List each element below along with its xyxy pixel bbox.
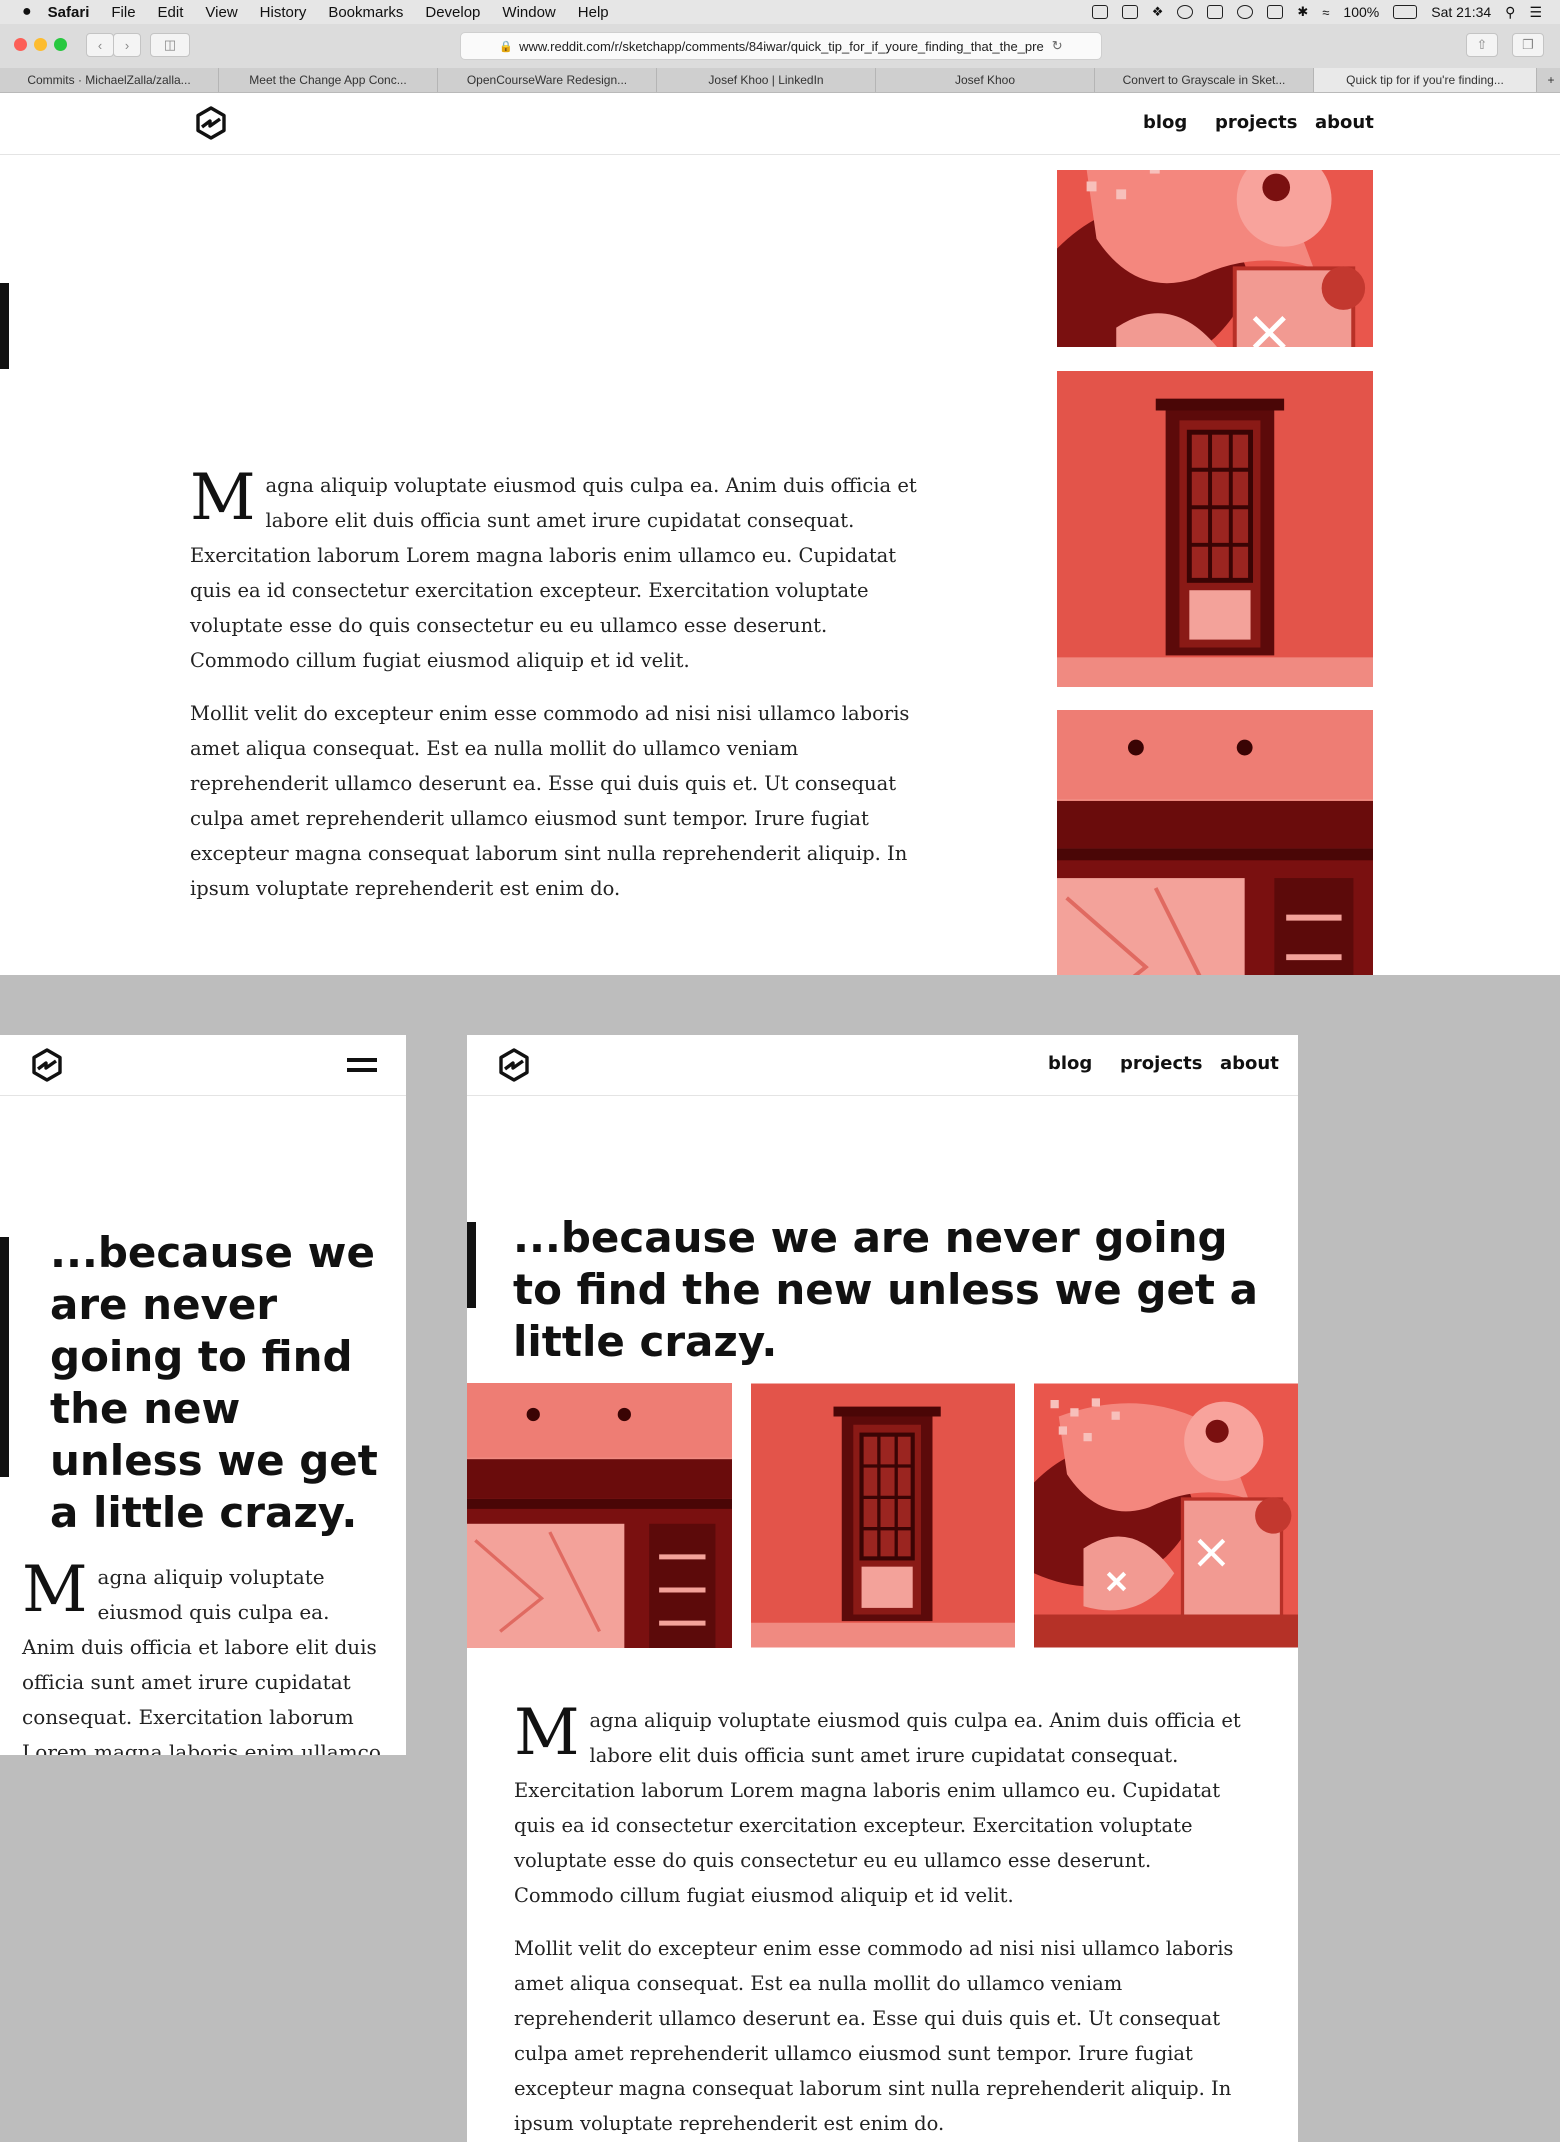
sync-icon[interactable] (1237, 5, 1254, 19)
hamburger-menu-icon[interactable] (347, 1054, 377, 1074)
tablet-header: blog projects about (467, 1035, 1298, 1096)
airplay-icon[interactable] (1267, 5, 1284, 19)
article-paragraph-1: Magna aliquip voluptate eiusmod quis cul… (22, 1553, 382, 1755)
tab-commits[interactable]: Commits · MichaelZalla/zalla... (0, 68, 219, 92)
onepassword-icon[interactable] (1177, 5, 1194, 19)
storefront-photo (1057, 710, 1373, 975)
browser-toolbar: ‹ › ◫ 🔒 www.reddit.com/r/sketchapp/comme… (0, 24, 1560, 69)
macos-menu-bar: ● Safari File Edit View History Bookmark… (0, 0, 1560, 24)
hexagon-logo-icon[interactable] (193, 105, 229, 141)
tab-label: OpenCourseWare Redesign... (466, 73, 628, 87)
menu-bookmarks[interactable]: Bookmarks (328, 4, 403, 21)
url-text: www.reddit.com/r/sketchapp/comments/84iw… (519, 38, 1044, 54)
pull-quote: ...because we are never going to find th… (513, 1213, 1258, 1366)
status-area: ❖ ✱ ≈ 100% Sat 21:34 ⚲ ☰ (1091, 0, 1542, 24)
menu-view[interactable]: View (205, 4, 237, 21)
door-photo (1057, 371, 1373, 687)
tab-label: Josef Khoo | LinkedIn (708, 73, 824, 87)
tab-bar: Commits · MichaelZalla/zalla... Meet the… (0, 68, 1560, 93)
article-paragraph-2: Mollit velit do excepteur enim esse comm… (190, 702, 910, 900)
tab-label: Quick tip for if you're finding... (1346, 73, 1504, 87)
menu-history[interactable]: History (260, 4, 307, 21)
tab-linkedin[interactable]: Josef Khoo | LinkedIn (657, 68, 876, 92)
clipboard-icon[interactable] (1207, 5, 1224, 19)
drop-cap: M (190, 461, 256, 535)
menu-file[interactable]: File (111, 4, 135, 21)
menu-window[interactable]: Window (502, 4, 555, 21)
site-header: blog projects about (0, 93, 1560, 155)
tablet-article-body: Magna aliquip voluptate eiusmod quis cul… (514, 1696, 1254, 2142)
minimize-window-button[interactable] (34, 38, 47, 51)
nav-about[interactable]: about (1315, 112, 1374, 133)
desktop-layout-panel: blog projects about Magna aliquip volupt… (0, 93, 1560, 975)
apple-menu-icon[interactable]: ● (22, 3, 32, 21)
reload-icon[interactable]: ↻ (1052, 38, 1063, 54)
cast-icon[interactable] (1091, 5, 1108, 19)
nav-blog[interactable]: blog (1048, 1053, 1092, 1074)
storefront-photo (467, 1383, 732, 1648)
tab-grayscale[interactable]: Convert to Grayscale in Sket... (1095, 68, 1314, 92)
mobile-header (0, 1035, 406, 1096)
tab-label: Commits · MichaelZalla/zalla... (27, 73, 191, 87)
clock[interactable]: Sat 21:34 (1431, 4, 1491, 20)
bluetooth-icon[interactable]: ✱ (1297, 4, 1308, 20)
sidebar-toggle-icon[interactable]: ◫ (150, 33, 190, 57)
menu-develop[interactable]: Develop (425, 4, 480, 21)
quote-accent-bar (467, 1222, 476, 1308)
article-paragraph-2: Mollit velit do excepteur enim esse comm… (514, 1937, 1234, 2135)
tab-opencourseware[interactable]: OpenCourseWare Redesign... (438, 68, 657, 92)
paragraph-text: agna aliquip voluptate eiusmod quis culp… (514, 1709, 1241, 1907)
battery-percent: 100% (1343, 4, 1380, 20)
close-window-button[interactable] (14, 38, 27, 51)
nav-projects[interactable]: projects (1215, 112, 1298, 133)
menu-help[interactable]: Help (578, 4, 609, 21)
address-bar[interactable]: 🔒 www.reddit.com/r/sketchapp/comments/84… (460, 32, 1102, 60)
lock-icon: 🔒 (499, 40, 514, 53)
menu-edit[interactable]: Edit (158, 4, 184, 21)
drop-cap: M (22, 1553, 88, 1627)
menu-safari[interactable]: Safari (48, 4, 90, 21)
mural-photo (1034, 1383, 1298, 1648)
forward-button[interactable]: › (113, 33, 141, 57)
battery-icon[interactable] (1393, 5, 1418, 19)
spotlight-icon[interactable]: ⚲ (1505, 4, 1515, 21)
mobile-article-body: Magna aliquip voluptate eiusmod quis cul… (22, 1553, 382, 1755)
door-photo (751, 1383, 1015, 1648)
mobile-layout-panel: ...because we are never going to find th… (0, 1035, 406, 1755)
quote-accent-bar (0, 283, 9, 369)
tablet-layout-panel: blog projects about ...because we are ne… (467, 1035, 1298, 2142)
paragraph-text: agna aliquip voluptate eiusmod quis culp… (190, 474, 917, 672)
tab-josef-khoo[interactable]: Josef Khoo (876, 68, 1095, 92)
article-body: Magna aliquip voluptate eiusmod quis cul… (190, 461, 930, 924)
dropbox-icon[interactable]: ❖ (1152, 4, 1164, 20)
article-paragraph-1: Magna aliquip voluptate eiusmod quis cul… (514, 1696, 1254, 1913)
tab-label: Convert to Grayscale in Sket... (1122, 73, 1286, 87)
tab-quick-tip[interactable]: Quick tip for if you're finding... (1314, 68, 1537, 92)
tab-change-app[interactable]: Meet the Change App Conc... (219, 68, 438, 92)
nav-projects[interactable]: projects (1120, 1053, 1203, 1074)
tab-label: Meet the Change App Conc... (249, 73, 407, 87)
notification-center-icon[interactable]: ☰ (1529, 4, 1542, 21)
drop-cap: M (514, 1696, 580, 1770)
pull-quote: ...because we are never going to find th… (50, 1228, 378, 1537)
wifi-icon[interactable]: ≈ (1322, 5, 1329, 20)
back-button[interactable]: ‹ (86, 33, 114, 57)
hexagon-logo-icon[interactable] (29, 1047, 65, 1083)
tabs-overview-icon[interactable]: ❐ (1512, 33, 1544, 57)
nav-blog[interactable]: blog (1143, 112, 1187, 133)
zoom-window-button[interactable] (54, 38, 67, 51)
quote-accent-bar (0, 1237, 9, 1477)
nav-about[interactable]: about (1220, 1053, 1279, 1074)
mural-photo (1057, 170, 1373, 347)
grid-icon[interactable] (1121, 5, 1138, 19)
tab-label: Josef Khoo (954, 73, 1016, 87)
article-paragraph-1: Magna aliquip voluptate eiusmod quis cul… (190, 461, 930, 678)
hexagon-logo-icon[interactable] (496, 1047, 532, 1083)
new-tab-button[interactable]: + (1537, 68, 1560, 92)
share-icon[interactable]: ⇧ (1466, 33, 1498, 57)
